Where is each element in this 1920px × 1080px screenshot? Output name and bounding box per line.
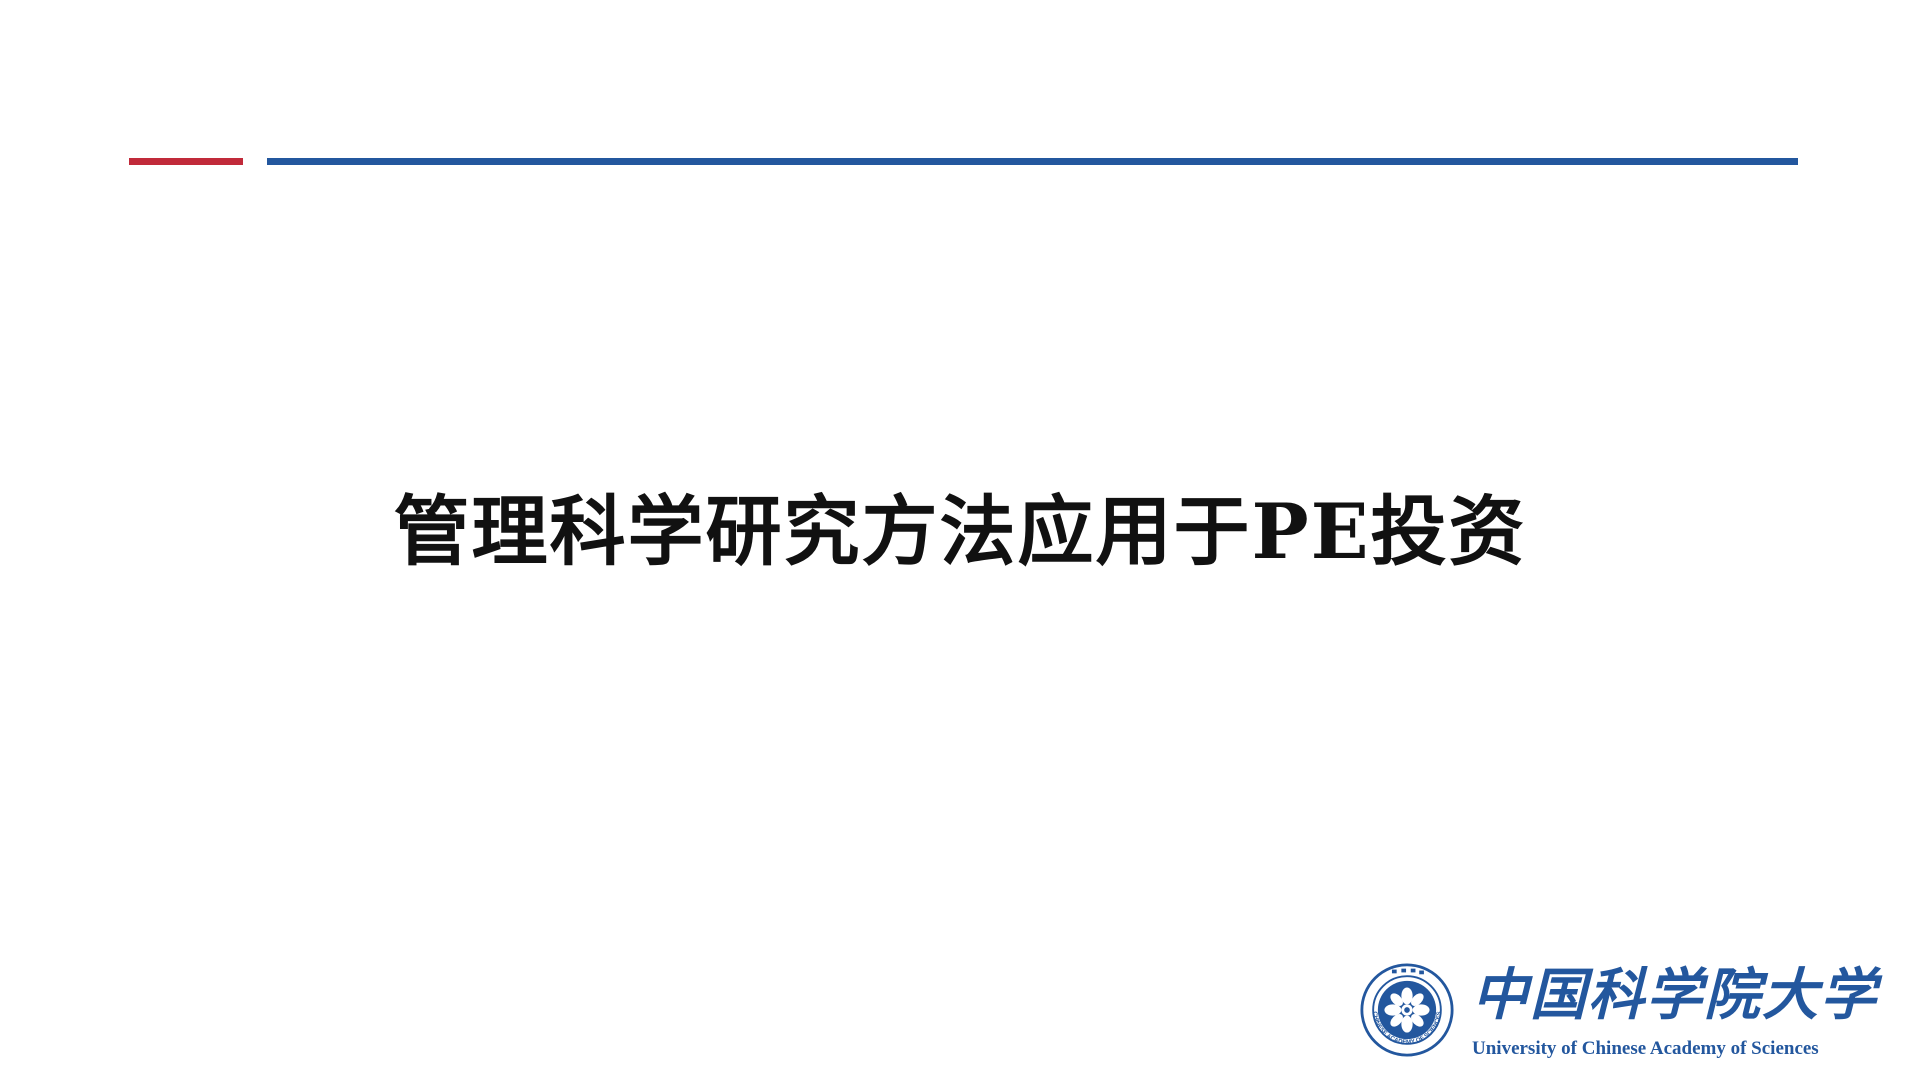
header-rule-red [129,158,243,165]
university-seal-icon: CHINESE ACADEMY OF SCIENCES [1360,963,1454,1057]
slide: 管理科学研究方法应用于PE投资 CHINESE ACADEMY OF SCIEN… [0,0,1920,1080]
university-name-en: University of Chinese Academy of Science… [1472,1038,1819,1059]
university-name-cn: 中国科学院大学 [1472,962,1878,1028]
university-logo: CHINESE ACADEMY OF SCIENCES 中国科学院大学 Univ… [1360,960,1878,1065]
header-rule-blue [267,158,1798,165]
slide-title: 管理科学研究方法应用于PE投资 [393,487,1527,576]
